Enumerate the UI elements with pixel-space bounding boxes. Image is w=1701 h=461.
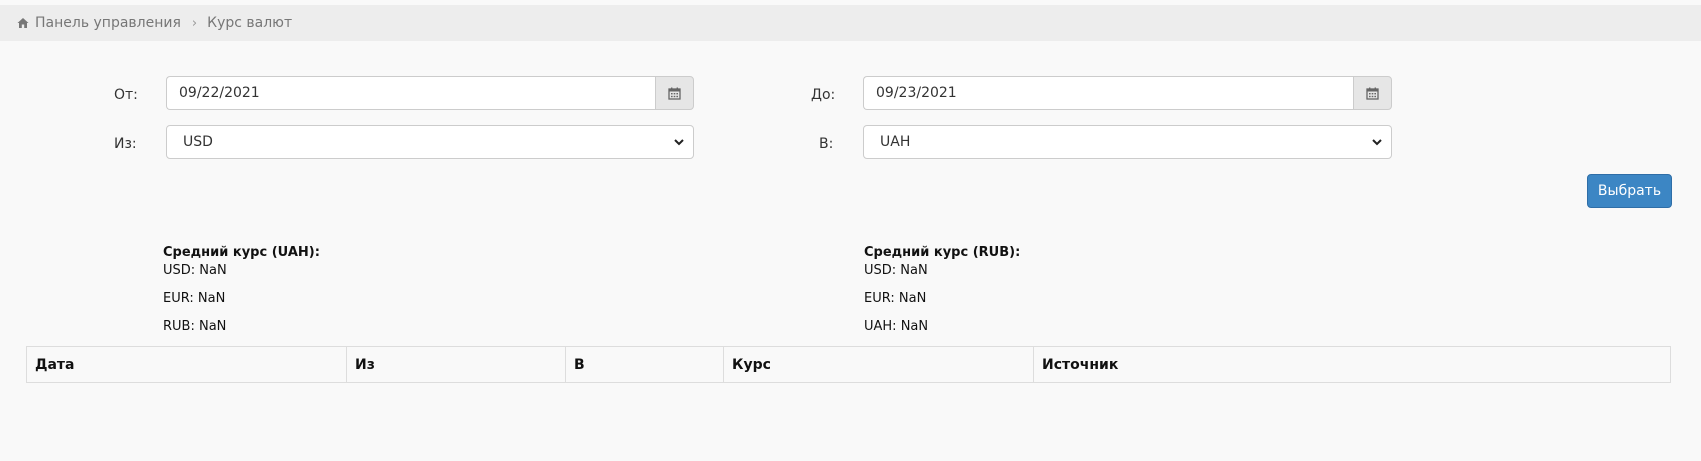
from-currency-label: Из:: [114, 136, 137, 152]
column-header-rate[interactable]: Курс: [723, 346, 1034, 383]
average-rate-title: Средний курс (UAH):: [163, 245, 320, 260]
from-currency-value: USD: [183, 134, 213, 150]
to-currency-select[interactable]: UAH: [863, 125, 1392, 159]
calendar-icon: [668, 87, 681, 100]
to-date-group: [863, 76, 1392, 110]
average-rate-line: RUB: NaN: [163, 319, 227, 334]
rates-table: Дата Из В Курс Источник: [26, 346, 1671, 383]
to-currency-label: В:: [819, 136, 834, 152]
column-header-to[interactable]: В: [565, 346, 724, 383]
average-rate-uah: Средний курс (UAH): USD: NaN EUR: NaN RU…: [163, 244, 320, 336]
average-rate-rub: Средний курс (RUB): USD: NaN EUR: NaN UA…: [864, 244, 1020, 336]
from-date-label: От:: [114, 87, 138, 103]
breadcrumb-current: Курс валют: [207, 15, 293, 31]
to-date-label: До:: [811, 87, 836, 103]
chevron-down-icon: [673, 136, 685, 148]
average-rate-line: EUR: NaN: [864, 291, 927, 306]
calendar-icon: [1366, 87, 1379, 100]
to-date-calendar-button[interactable]: [1353, 76, 1392, 110]
average-rate-line: USD: NaN: [864, 263, 928, 278]
column-header-from[interactable]: Из: [346, 346, 566, 383]
chevron-right-icon: ›: [191, 15, 198, 31]
to-currency-value: UAH: [880, 134, 911, 150]
average-rate-line: EUR: NaN: [163, 291, 226, 306]
column-header-source[interactable]: Источник: [1033, 346, 1671, 383]
from-date-input[interactable]: [166, 76, 655, 110]
average-rate-line: UAH: NaN: [864, 319, 929, 334]
from-currency-select[interactable]: USD: [166, 125, 694, 159]
average-rate-title: Средний курс (RUB):: [864, 245, 1021, 260]
table-header-row: Дата Из В Курс Источник: [26, 346, 1671, 383]
to-date-input[interactable]: [863, 76, 1353, 110]
select-button[interactable]: Выбрать: [1587, 174, 1672, 208]
breadcrumb-home-link[interactable]: Панель управления: [35, 15, 181, 31]
from-date-group: [166, 76, 694, 110]
chevron-down-icon: [1371, 136, 1383, 148]
column-header-date[interactable]: Дата: [26, 346, 347, 383]
from-date-calendar-button[interactable]: [655, 76, 694, 110]
average-rate-line: USD: NaN: [163, 263, 227, 278]
breadcrumb: Панель управления › Курс валют: [0, 5, 1701, 41]
home-icon[interactable]: [17, 17, 29, 29]
